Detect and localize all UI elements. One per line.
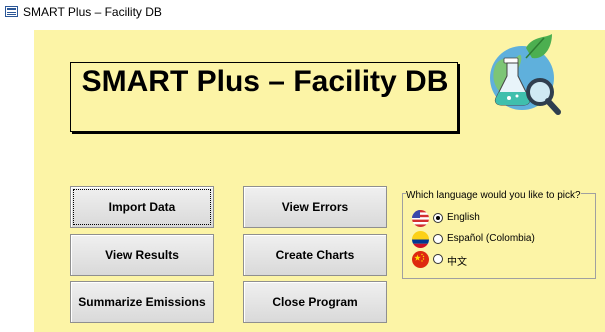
form-app-icon <box>5 6 18 17</box>
page-title: SMART Plus – Facility DB <box>81 65 449 98</box>
language-prompt-label: Which language would you like to pick? <box>406 190 581 201</box>
radio-english[interactable] <box>433 213 443 223</box>
window-title: SMART Plus – Facility DB <box>23 5 162 19</box>
window-titlebar: SMART Plus – Facility DB <box>0 0 605 24</box>
colombia-flag-icon <box>412 231 429 248</box>
science-globe-logo-icon <box>490 34 561 115</box>
radio-spanish[interactable] <box>433 234 443 244</box>
china-flag-icon <box>412 251 429 268</box>
radio-chinese[interactable] <box>433 254 443 264</box>
us-flag-icon <box>412 210 429 227</box>
import-data-button[interactable]: Import Data <box>70 186 214 228</box>
view-errors-button[interactable]: View Errors <box>243 186 387 228</box>
header-title-box: SMART Plus – Facility DB <box>70 62 458 132</box>
summarize-emissions-button[interactable]: Summarize Emissions <box>70 281 214 323</box>
language-label-chinese: 中文 <box>447 257 467 268</box>
view-results-button[interactable]: View Results <box>70 234 214 276</box>
create-charts-button[interactable]: Create Charts <box>243 234 387 276</box>
language-label-spanish: Español (Colombia) <box>447 233 535 244</box>
language-label-english: English <box>447 212 480 223</box>
main-form: SMART Plus – Facility DB Import Data Vie… <box>34 30 605 332</box>
close-program-button[interactable]: Close Program <box>243 281 387 323</box>
